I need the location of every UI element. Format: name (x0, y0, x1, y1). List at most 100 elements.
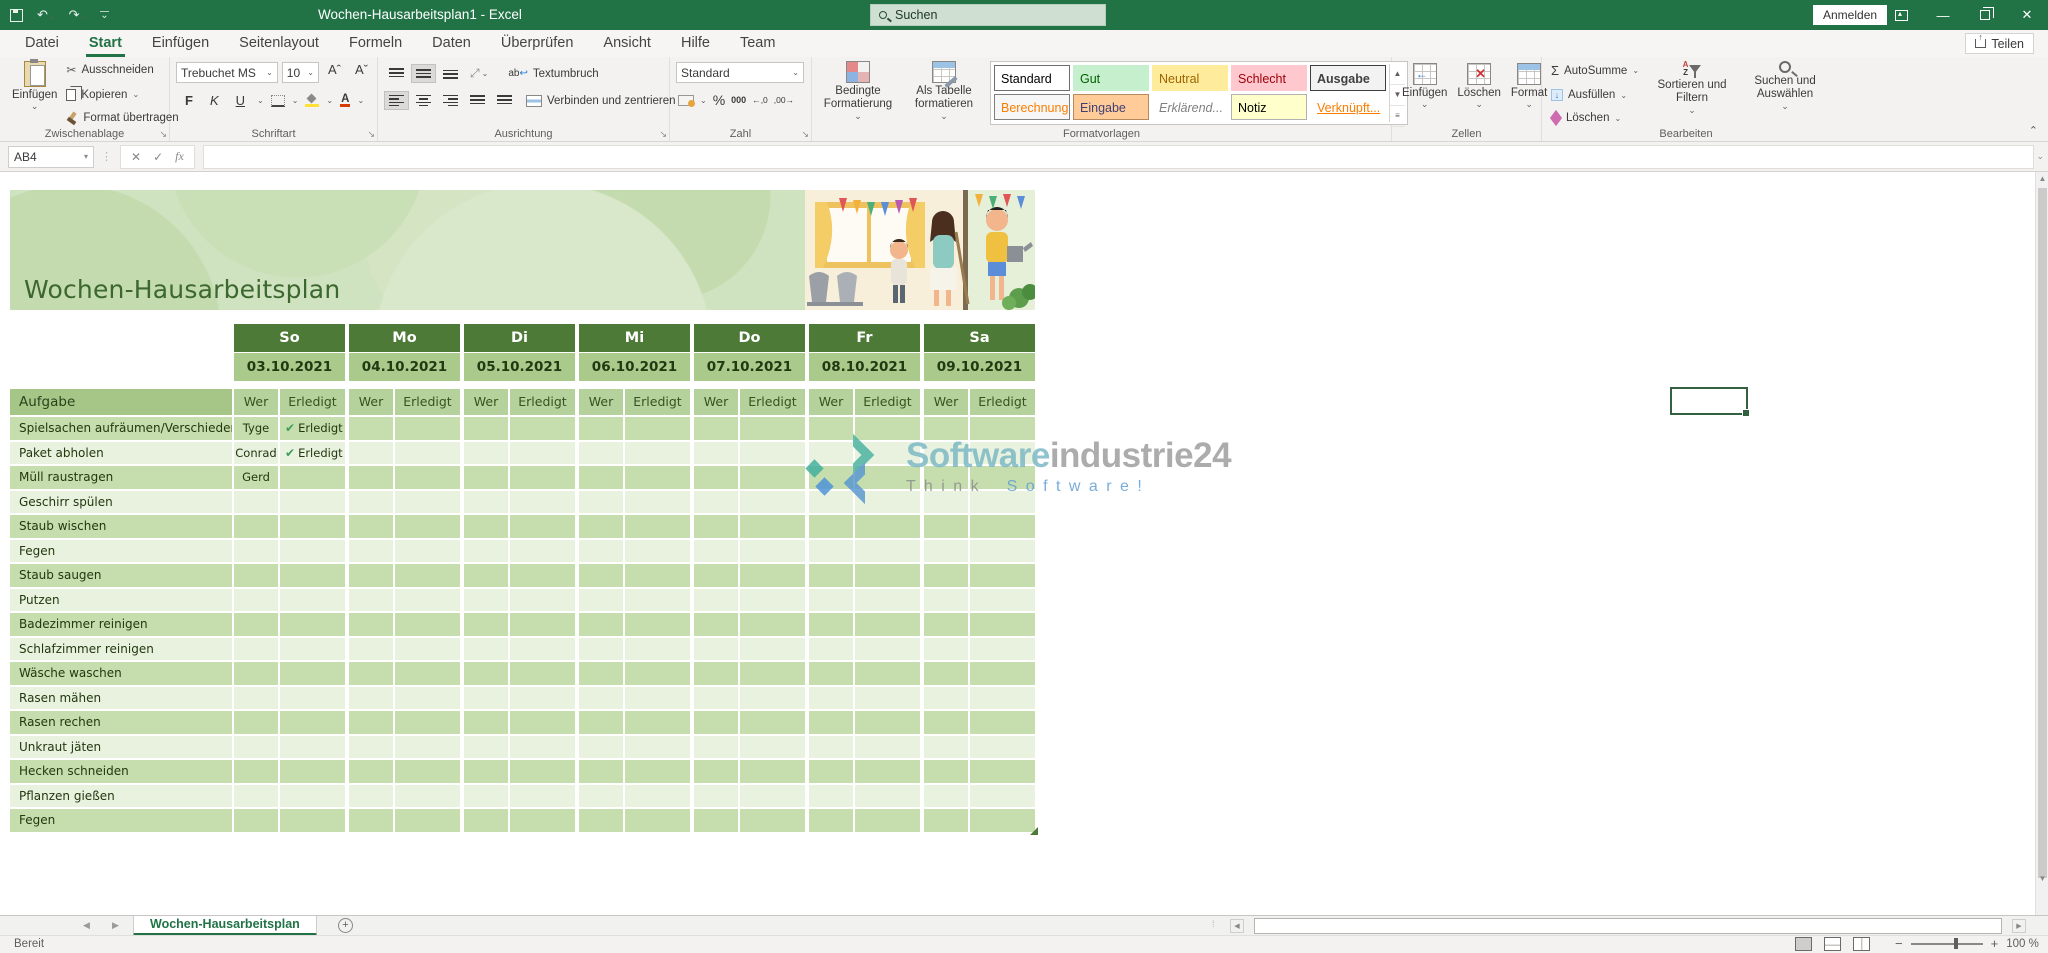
number-dialog-launcher-icon[interactable]: ↘ (801, 129, 809, 140)
done-cell[interactable] (855, 760, 920, 783)
done-cell[interactable] (510, 491, 575, 514)
who-cell[interactable] (809, 785, 853, 808)
done-cell[interactable] (395, 613, 460, 636)
who-cell[interactable] (579, 564, 623, 587)
done-cell[interactable] (740, 540, 805, 563)
done-cell[interactable] (510, 417, 575, 440)
who-cell[interactable]: Gerd (234, 466, 278, 489)
who-cell[interactable] (924, 711, 968, 734)
ribbon-display-options-button[interactable] (1880, 0, 1922, 30)
who-cell[interactable] (464, 491, 508, 514)
done-cell[interactable] (280, 466, 345, 489)
h-scroll-left-icon[interactable]: ◀ (1230, 919, 1244, 933)
who-cell[interactable] (234, 638, 278, 661)
page-break-view-icon[interactable] (1853, 937, 1870, 951)
day-header-cell[interactable]: Fr (809, 324, 920, 352)
done-cell[interactable] (510, 589, 575, 612)
who-cell[interactable] (464, 466, 508, 489)
done-cell[interactable] (510, 515, 575, 538)
done-cell[interactable] (970, 785, 1035, 808)
cell-style-standard[interactable]: Standard (994, 65, 1070, 91)
who-cell[interactable] (579, 662, 623, 685)
paste-button[interactable]: Einfügen ⌄ (6, 59, 63, 128)
who-column-header[interactable]: Wer (924, 389, 968, 415)
who-cell[interactable] (924, 736, 968, 759)
conditional-formatting-button[interactable]: Bedingte Formatierung⌄ (818, 59, 898, 128)
who-cell[interactable] (234, 589, 278, 612)
day-header-cell[interactable]: Di (464, 324, 575, 352)
who-cell[interactable] (579, 540, 623, 563)
who-cell[interactable] (234, 785, 278, 808)
who-cell[interactable] (579, 687, 623, 710)
h-scroll-right-icon[interactable]: ▶ (2012, 919, 2026, 933)
who-cell[interactable] (694, 662, 738, 685)
day-header-cell[interactable]: Mi (579, 324, 690, 352)
done-cell[interactable] (280, 589, 345, 612)
zoom-slider[interactable] (1911, 943, 1983, 945)
font-family-select[interactable]: Trebuchet MS⌄ (176, 62, 278, 83)
who-cell[interactable] (694, 809, 738, 832)
cell-style-berechnung[interactable]: Berechnung (994, 94, 1070, 120)
who-cell[interactable]: Conrad (234, 442, 278, 465)
who-cell[interactable] (579, 638, 623, 661)
who-cell[interactable] (809, 638, 853, 661)
done-cell[interactable] (395, 785, 460, 808)
done-cell[interactable] (510, 760, 575, 783)
who-cell[interactable] (349, 711, 393, 734)
done-cell[interactable] (510, 736, 575, 759)
who-cell[interactable] (464, 540, 508, 563)
cancel-icon[interactable]: ✕ (131, 150, 141, 164)
who-cell[interactable] (234, 687, 278, 710)
day-header-cell[interactable]: Sa (924, 324, 1035, 352)
done-column-header[interactable]: Erledigt (740, 389, 805, 415)
done-cell[interactable] (970, 466, 1035, 489)
done-cell[interactable] (280, 540, 345, 563)
decrease-decimal-icon[interactable]: ,00→ (774, 95, 794, 105)
done-cell[interactable] (625, 564, 690, 587)
align-top-button[interactable] (384, 64, 409, 83)
done-column-header[interactable]: Erledigt (280, 389, 345, 415)
shrink-font-button[interactable]: Aˇ (350, 62, 373, 83)
tab-einfuegen[interactable]: Einfügen (137, 30, 224, 57)
task-name-cell[interactable]: Hecken schneiden (10, 760, 232, 783)
done-cell[interactable] (625, 540, 690, 563)
done-cell[interactable] (625, 809, 690, 832)
who-cell[interactable] (234, 540, 278, 563)
tab-ansicht[interactable]: Ansicht (588, 30, 666, 57)
who-cell[interactable] (809, 540, 853, 563)
done-cell[interactable] (280, 638, 345, 661)
done-cell[interactable] (395, 809, 460, 832)
done-cell[interactable] (855, 736, 920, 759)
date-cell[interactable]: 08.10.2021 (809, 353, 920, 381)
done-cell[interactable] (395, 515, 460, 538)
who-cell[interactable] (694, 760, 738, 783)
who-cell[interactable] (464, 638, 508, 661)
who-cell[interactable] (579, 711, 623, 734)
selected-cell[interactable] (1670, 387, 1748, 415)
who-cell[interactable] (924, 662, 968, 685)
name-box[interactable]: AB4▾ (8, 146, 94, 168)
maximize-button[interactable] (1964, 0, 2006, 30)
who-cell[interactable] (809, 515, 853, 538)
done-cell[interactable] (740, 809, 805, 832)
who-cell[interactable] (579, 589, 623, 612)
task-name-cell[interactable]: Paket abholen (10, 442, 232, 465)
date-cell[interactable]: 05.10.2021 (464, 353, 575, 381)
who-cell[interactable] (464, 613, 508, 636)
zoom-in-icon[interactable]: + (1991, 937, 1999, 951)
tab-formeln[interactable]: Formeln (334, 30, 417, 57)
done-cell[interactable] (625, 760, 690, 783)
who-cell[interactable] (924, 589, 968, 612)
who-cell[interactable] (924, 638, 968, 661)
cell-style-neutral[interactable]: Neutral (1152, 65, 1228, 91)
who-cell[interactable] (579, 466, 623, 489)
done-cell[interactable] (395, 662, 460, 685)
who-cell[interactable] (349, 564, 393, 587)
who-cell[interactable] (349, 515, 393, 538)
insert-function-icon[interactable]: fx (175, 149, 184, 164)
orientation-button[interactable]: ⤢⌄ (465, 62, 493, 85)
who-cell[interactable] (924, 515, 968, 538)
who-cell[interactable] (349, 809, 393, 832)
task-name-cell[interactable]: Rasen rechen (10, 711, 232, 734)
who-cell[interactable] (464, 417, 508, 440)
